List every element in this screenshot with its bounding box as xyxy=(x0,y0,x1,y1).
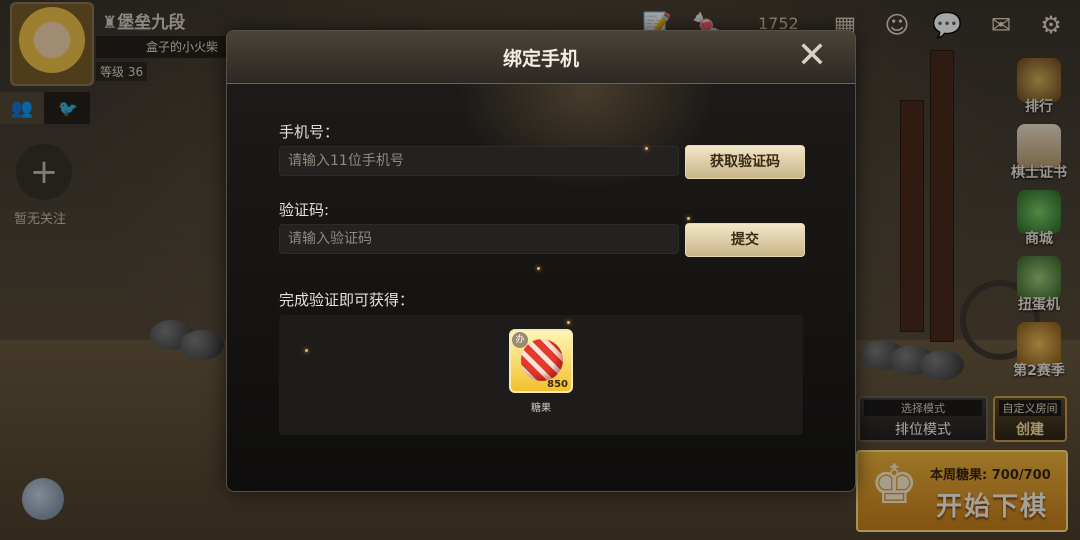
item-quantity: 850 xyxy=(547,379,568,390)
item-name: 糖果 xyxy=(531,403,551,414)
dialog-header: 绑定手机 ✕ xyxy=(227,31,855,84)
submit-button[interactable]: 提交 xyxy=(685,223,805,257)
reward-area: 办 850 糖果 xyxy=(279,315,803,435)
candy-icon xyxy=(521,339,563,381)
spark-particle xyxy=(687,217,690,220)
close-icon[interactable]: ✕ xyxy=(795,38,829,74)
reward-item-candy[interactable]: 办 850 xyxy=(509,329,573,393)
bind-phone-dialog: 绑定手机 ✕ 手机号： 获取验证码 验证码: 提交 完成验证即可获得： 办 85… xyxy=(226,30,856,492)
code-label: 验证码: xyxy=(279,201,330,219)
dialog-title: 绑定手机 xyxy=(502,48,579,70)
spark-particle xyxy=(537,267,540,270)
spark-particle xyxy=(645,147,648,150)
reward-label: 完成验证即可获得： xyxy=(279,291,415,309)
code-input[interactable] xyxy=(279,224,679,254)
phone-input[interactable] xyxy=(279,146,679,176)
get-code-button[interactable]: 获取验证码 xyxy=(685,145,805,179)
spark-particle xyxy=(305,349,308,352)
spark-particle xyxy=(567,321,570,324)
phone-label: 手机号： xyxy=(279,123,340,141)
